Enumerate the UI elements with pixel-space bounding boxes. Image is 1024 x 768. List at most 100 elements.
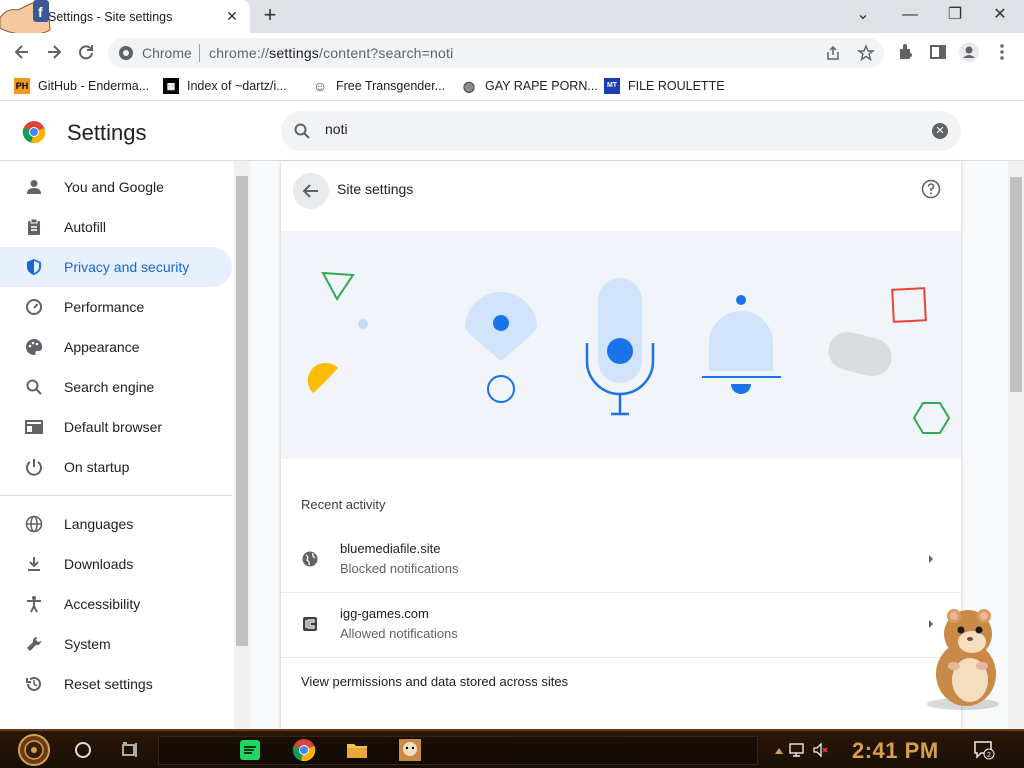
network-icon[interactable] xyxy=(788,742,806,758)
row-site: igg-games.com xyxy=(340,606,429,621)
bookmark-favicon-icon: MT xyxy=(604,78,620,94)
row-site: bluemediafile.site xyxy=(340,541,441,556)
tab-close-icon[interactable]: ✕ xyxy=(224,8,240,24)
card-header: Site settings xyxy=(281,161,961,219)
minimize-button[interactable]: — xyxy=(895,4,925,26)
help-icon[interactable] xyxy=(921,179,941,199)
notification-center-icon[interactable]: 2 xyxy=(973,740,995,760)
file-explorer-icon[interactable] xyxy=(345,738,369,762)
sidebar-item-you-and-google[interactable]: You and Google xyxy=(0,167,232,207)
sidebar-item-privacy-and-security[interactable]: Privacy and security xyxy=(0,247,232,287)
chrome-app-icon[interactable] xyxy=(292,738,316,762)
back-arrow-icon[interactable] xyxy=(11,41,33,63)
clipboard-icon xyxy=(24,217,44,237)
globe-icon xyxy=(302,551,318,567)
bookmark-star-icon[interactable] xyxy=(856,44,876,62)
globe-icon xyxy=(24,514,44,534)
close-window-button[interactable]: ✕ xyxy=(985,4,1015,26)
sidebar-scrollbar-thumb[interactable] xyxy=(236,176,248,646)
settings-search[interactable]: ✕ xyxy=(281,111,961,151)
omnibox-url: chrome://settings/content?search=noti xyxy=(209,45,454,61)
profile-avatar[interactable] xyxy=(958,41,980,63)
bookmark-item[interactable]: MT FILE ROULETTE xyxy=(604,77,725,95)
start-button-icon[interactable] xyxy=(12,733,56,767)
back-button[interactable] xyxy=(293,173,329,209)
view-all-permissions-link[interactable]: View permissions and data stored across … xyxy=(301,674,568,689)
palette-icon xyxy=(24,337,44,357)
row-detail: Blocked notifications xyxy=(340,561,459,576)
clear-search-icon[interactable]: ✕ xyxy=(932,123,948,139)
recent-activity-row[interactable]: bluemediafile.site Blocked notifications xyxy=(281,528,961,593)
site-settings-card: Site settings Recent activity bluemediaf… xyxy=(281,161,961,729)
volume-muted-icon[interactable] xyxy=(812,742,830,758)
sidebar-item-autofill[interactable]: Autofill xyxy=(0,207,232,247)
person-icon xyxy=(24,177,44,197)
sidebar-item-performance[interactable]: Performance xyxy=(0,287,232,327)
forward-arrow-icon[interactable] xyxy=(43,41,65,63)
tab-title: Settings - Site settings xyxy=(48,10,173,24)
chevron-right-icon xyxy=(929,555,933,563)
sidebar-item-appearance[interactable]: Appearance xyxy=(0,327,232,367)
sidebar-item-system[interactable]: System xyxy=(0,624,232,664)
settings-header: Settings ✕ xyxy=(0,101,1024,161)
sidebar-item-on-startup[interactable]: On startup xyxy=(0,447,232,487)
hand-cursor-icon: f xyxy=(0,0,51,35)
maximize-button[interactable]: ❐ xyxy=(940,4,970,26)
spotify-app-icon[interactable] xyxy=(238,738,262,762)
bookmarks-bar: PH GitHub - Enderma... ▦ Index of ~dartz… xyxy=(0,71,1024,101)
recent-activity-heading: Recent activity xyxy=(301,497,386,512)
site-settings-illustration xyxy=(281,231,961,459)
share-icon[interactable] xyxy=(824,44,842,62)
bookmark-favicon-icon: ◍ xyxy=(462,78,476,94)
bookmark-favicon-icon: ▦ xyxy=(163,78,179,94)
bookmark-item[interactable]: ▦ Index of ~dartz/i... xyxy=(163,77,287,95)
download-icon xyxy=(24,554,44,574)
bookmark-favicon-icon: ☺ xyxy=(312,78,328,94)
game-app-icon[interactable] xyxy=(398,738,422,762)
hamster-desktop-pet[interactable] xyxy=(918,604,1008,712)
search-icon xyxy=(294,123,310,139)
sidebar-item-default-browser[interactable]: Default browser xyxy=(0,407,232,447)
sidebar-item-accessibility[interactable]: Accessibility xyxy=(0,584,232,624)
history-icon xyxy=(24,674,44,694)
side-panel-icon[interactable] xyxy=(927,41,949,63)
address-bar[interactable]: Chrome chrome://settings/content?search=… xyxy=(108,38,884,68)
sidebar-item-languages[interactable]: Languages xyxy=(0,504,232,544)
accessibility-icon xyxy=(24,594,44,614)
extensions-icon[interactable] xyxy=(895,41,917,63)
speedometer-icon xyxy=(24,297,44,317)
recent-activity-row[interactable]: igg-games.com Allowed notifications xyxy=(281,593,961,658)
cortana-search-icon[interactable] xyxy=(75,742,91,758)
browser-toolbar: Chrome chrome://settings/content?search=… xyxy=(0,33,1024,71)
new-tab-button[interactable]: + xyxy=(259,4,281,27)
svg-text:2: 2 xyxy=(987,752,991,759)
tab-search-button[interactable]: ⌄ xyxy=(848,4,878,26)
reload-icon[interactable] xyxy=(75,41,97,63)
shield-icon xyxy=(24,257,44,277)
title-bar: Settings - Site settings ✕ f + ⌄ — ❐ ✕ xyxy=(0,0,1024,35)
settings-sidebar: You and Google Autofill Privacy and secu… xyxy=(0,161,234,729)
bookmark-item[interactable]: ◍ GAY RAPE PORN... xyxy=(461,77,598,95)
sidebar-item-reset-settings[interactable]: Reset settings xyxy=(0,664,232,704)
sidebar-item-search-engine[interactable]: Search engine xyxy=(0,367,232,407)
tray-arrow-icon[interactable] xyxy=(770,742,788,758)
bookmark-item[interactable]: PH GitHub - Enderma... xyxy=(14,77,149,95)
bookmark-item[interactable]: ☺ Free Transgender... xyxy=(312,77,445,95)
bookmark-favicon-icon: PH xyxy=(14,78,30,94)
sidebar-divider xyxy=(0,495,232,496)
sidebar-item-downloads[interactable]: Downloads xyxy=(0,544,232,584)
chrome-logo-icon xyxy=(22,121,46,144)
windows-taskbar: 2:41 PM 2 xyxy=(0,729,1024,768)
row-detail: Allowed notifications xyxy=(340,626,458,641)
chrome-site-icon xyxy=(119,46,133,60)
omnibox-separator xyxy=(199,44,200,62)
main-scrollbar-thumb[interactable] xyxy=(1010,177,1022,392)
power-icon xyxy=(24,457,44,477)
omnibox-site-label: Chrome xyxy=(142,45,192,61)
clock[interactable]: 2:41 PM xyxy=(852,738,939,764)
card-title: Site settings xyxy=(337,181,414,197)
chrome-menu-icon[interactable] xyxy=(991,41,1013,63)
search-input[interactable] xyxy=(325,121,885,137)
task-view-icon[interactable] xyxy=(121,741,139,759)
browser-icon xyxy=(24,417,44,437)
